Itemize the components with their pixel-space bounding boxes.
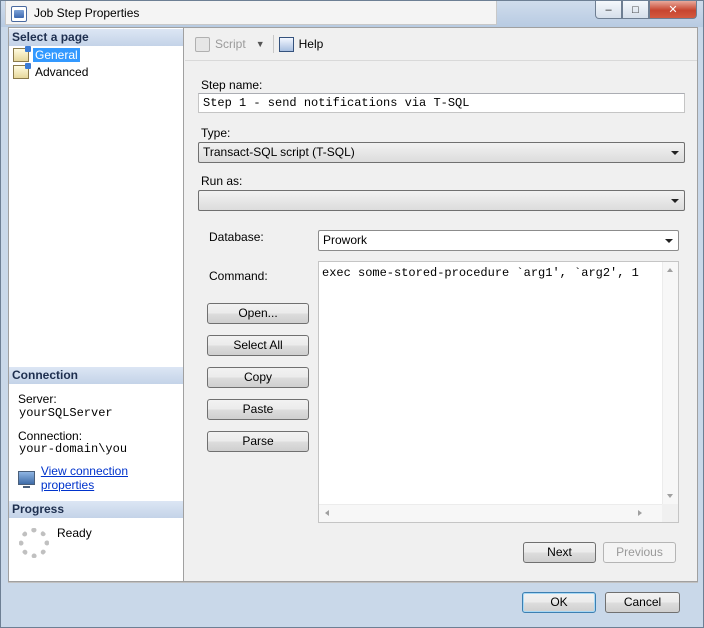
title-bar[interactable]: Job Step Properties – □ ✕ [1, 1, 703, 27]
open-button[interactable]: Open... [207, 303, 309, 324]
previous-button[interactable]: Previous [603, 542, 676, 563]
connection-label: Connection: [18, 429, 83, 443]
toolbar-separator [272, 35, 274, 53]
page-icon [13, 63, 31, 79]
type-label: Type: [201, 126, 231, 140]
minimize-button[interactable]: – [595, 1, 622, 19]
chevron-down-icon [665, 239, 673, 243]
progress-status: Ready [57, 526, 92, 540]
app-icon [11, 6, 27, 22]
select-page-header: Select a page [9, 29, 183, 46]
window-title: Job Step Properties [34, 6, 140, 20]
command-label: Command: [209, 269, 268, 283]
server-label: Server: [18, 392, 57, 406]
command-text[interactable]: exec some-stored-procedure `arg1', `arg2… [322, 266, 657, 280]
connection-header: Connection [9, 367, 183, 384]
footer-divider [8, 582, 698, 583]
scroll-down-icon[interactable] [667, 494, 673, 498]
database-select[interactable]: Prowork [318, 230, 679, 251]
horizontal-scrollbar[interactable] [319, 504, 664, 522]
type-select[interactable]: Transact-SQL script (T-SQL) [198, 142, 685, 163]
scroll-right-icon[interactable] [638, 510, 642, 516]
progress-spinner-icon [19, 528, 49, 558]
help-button[interactable]: Help [299, 37, 324, 51]
title-area: Job Step Properties [5, 1, 497, 25]
page-item-label: General [33, 48, 80, 62]
cancel-button[interactable]: Cancel [605, 592, 680, 613]
right-pane: Script ▼ Help Step name: Step 1 - send n… [185, 28, 697, 581]
maximize-button[interactable]: □ [622, 1, 649, 19]
next-button[interactable]: Next [523, 542, 596, 563]
select-all-button[interactable]: Select All [207, 335, 309, 356]
page-item-general[interactable]: General [13, 46, 80, 63]
progress-header: Progress [9, 501, 183, 518]
type-select-value: Transact-SQL script (T-SQL) [203, 145, 355, 159]
monitor-icon [18, 471, 35, 488]
step-name-label: Step name: [201, 78, 263, 92]
view-connection-properties-link[interactable]: View connection properties [41, 464, 183, 492]
database-label: Database: [209, 230, 264, 244]
step-name-input[interactable]: Step 1 - send notifications via T-SQL [198, 93, 685, 113]
script-dropdown-caret-icon[interactable]: ▼ [256, 39, 265, 49]
database-select-value: Prowork [323, 233, 368, 247]
page-icon [13, 46, 31, 62]
dialog-window: Job Step Properties – □ ✕ Select a page … [0, 0, 704, 628]
ok-button[interactable]: OK [522, 592, 596, 613]
copy-button[interactable]: Copy [207, 367, 309, 388]
close-button[interactable]: ✕ [649, 1, 697, 19]
close-icon: ✕ [668, 4, 678, 16]
chevron-down-icon [671, 199, 679, 203]
paste-button[interactable]: Paste [207, 399, 309, 420]
scroll-up-icon[interactable] [667, 268, 673, 272]
parse-button[interactable]: Parse [207, 431, 309, 452]
left-pane: Select a page General Advanced Connectio… [9, 28, 184, 581]
view-connection-properties[interactable]: View connection properties [18, 464, 183, 492]
page-item-label: Advanced [35, 65, 89, 79]
connection-value: your-domain\you [19, 442, 128, 456]
run-as-select[interactable] [198, 190, 685, 211]
toolbar: Script ▼ Help [185, 28, 697, 61]
page-item-advanced[interactable]: Advanced [13, 63, 90, 80]
script-icon [195, 36, 210, 52]
scrollbar-corner [662, 504, 678, 522]
help-icon[interactable] [278, 36, 294, 52]
scroll-left-icon[interactable] [325, 510, 329, 516]
script-button[interactable]: Script [215, 37, 246, 51]
dialog-client-area: Select a page General Advanced Connectio… [8, 27, 698, 582]
command-editor[interactable]: exec some-stored-procedure `arg1', `arg2… [318, 261, 679, 523]
vertical-scrollbar[interactable] [662, 262, 678, 504]
minimize-icon: – [605, 3, 612, 16]
maximize-icon: □ [632, 3, 639, 16]
chevron-down-icon [671, 151, 679, 155]
server-value: yourSQLServer [19, 406, 113, 420]
run-as-label: Run as: [201, 174, 243, 188]
